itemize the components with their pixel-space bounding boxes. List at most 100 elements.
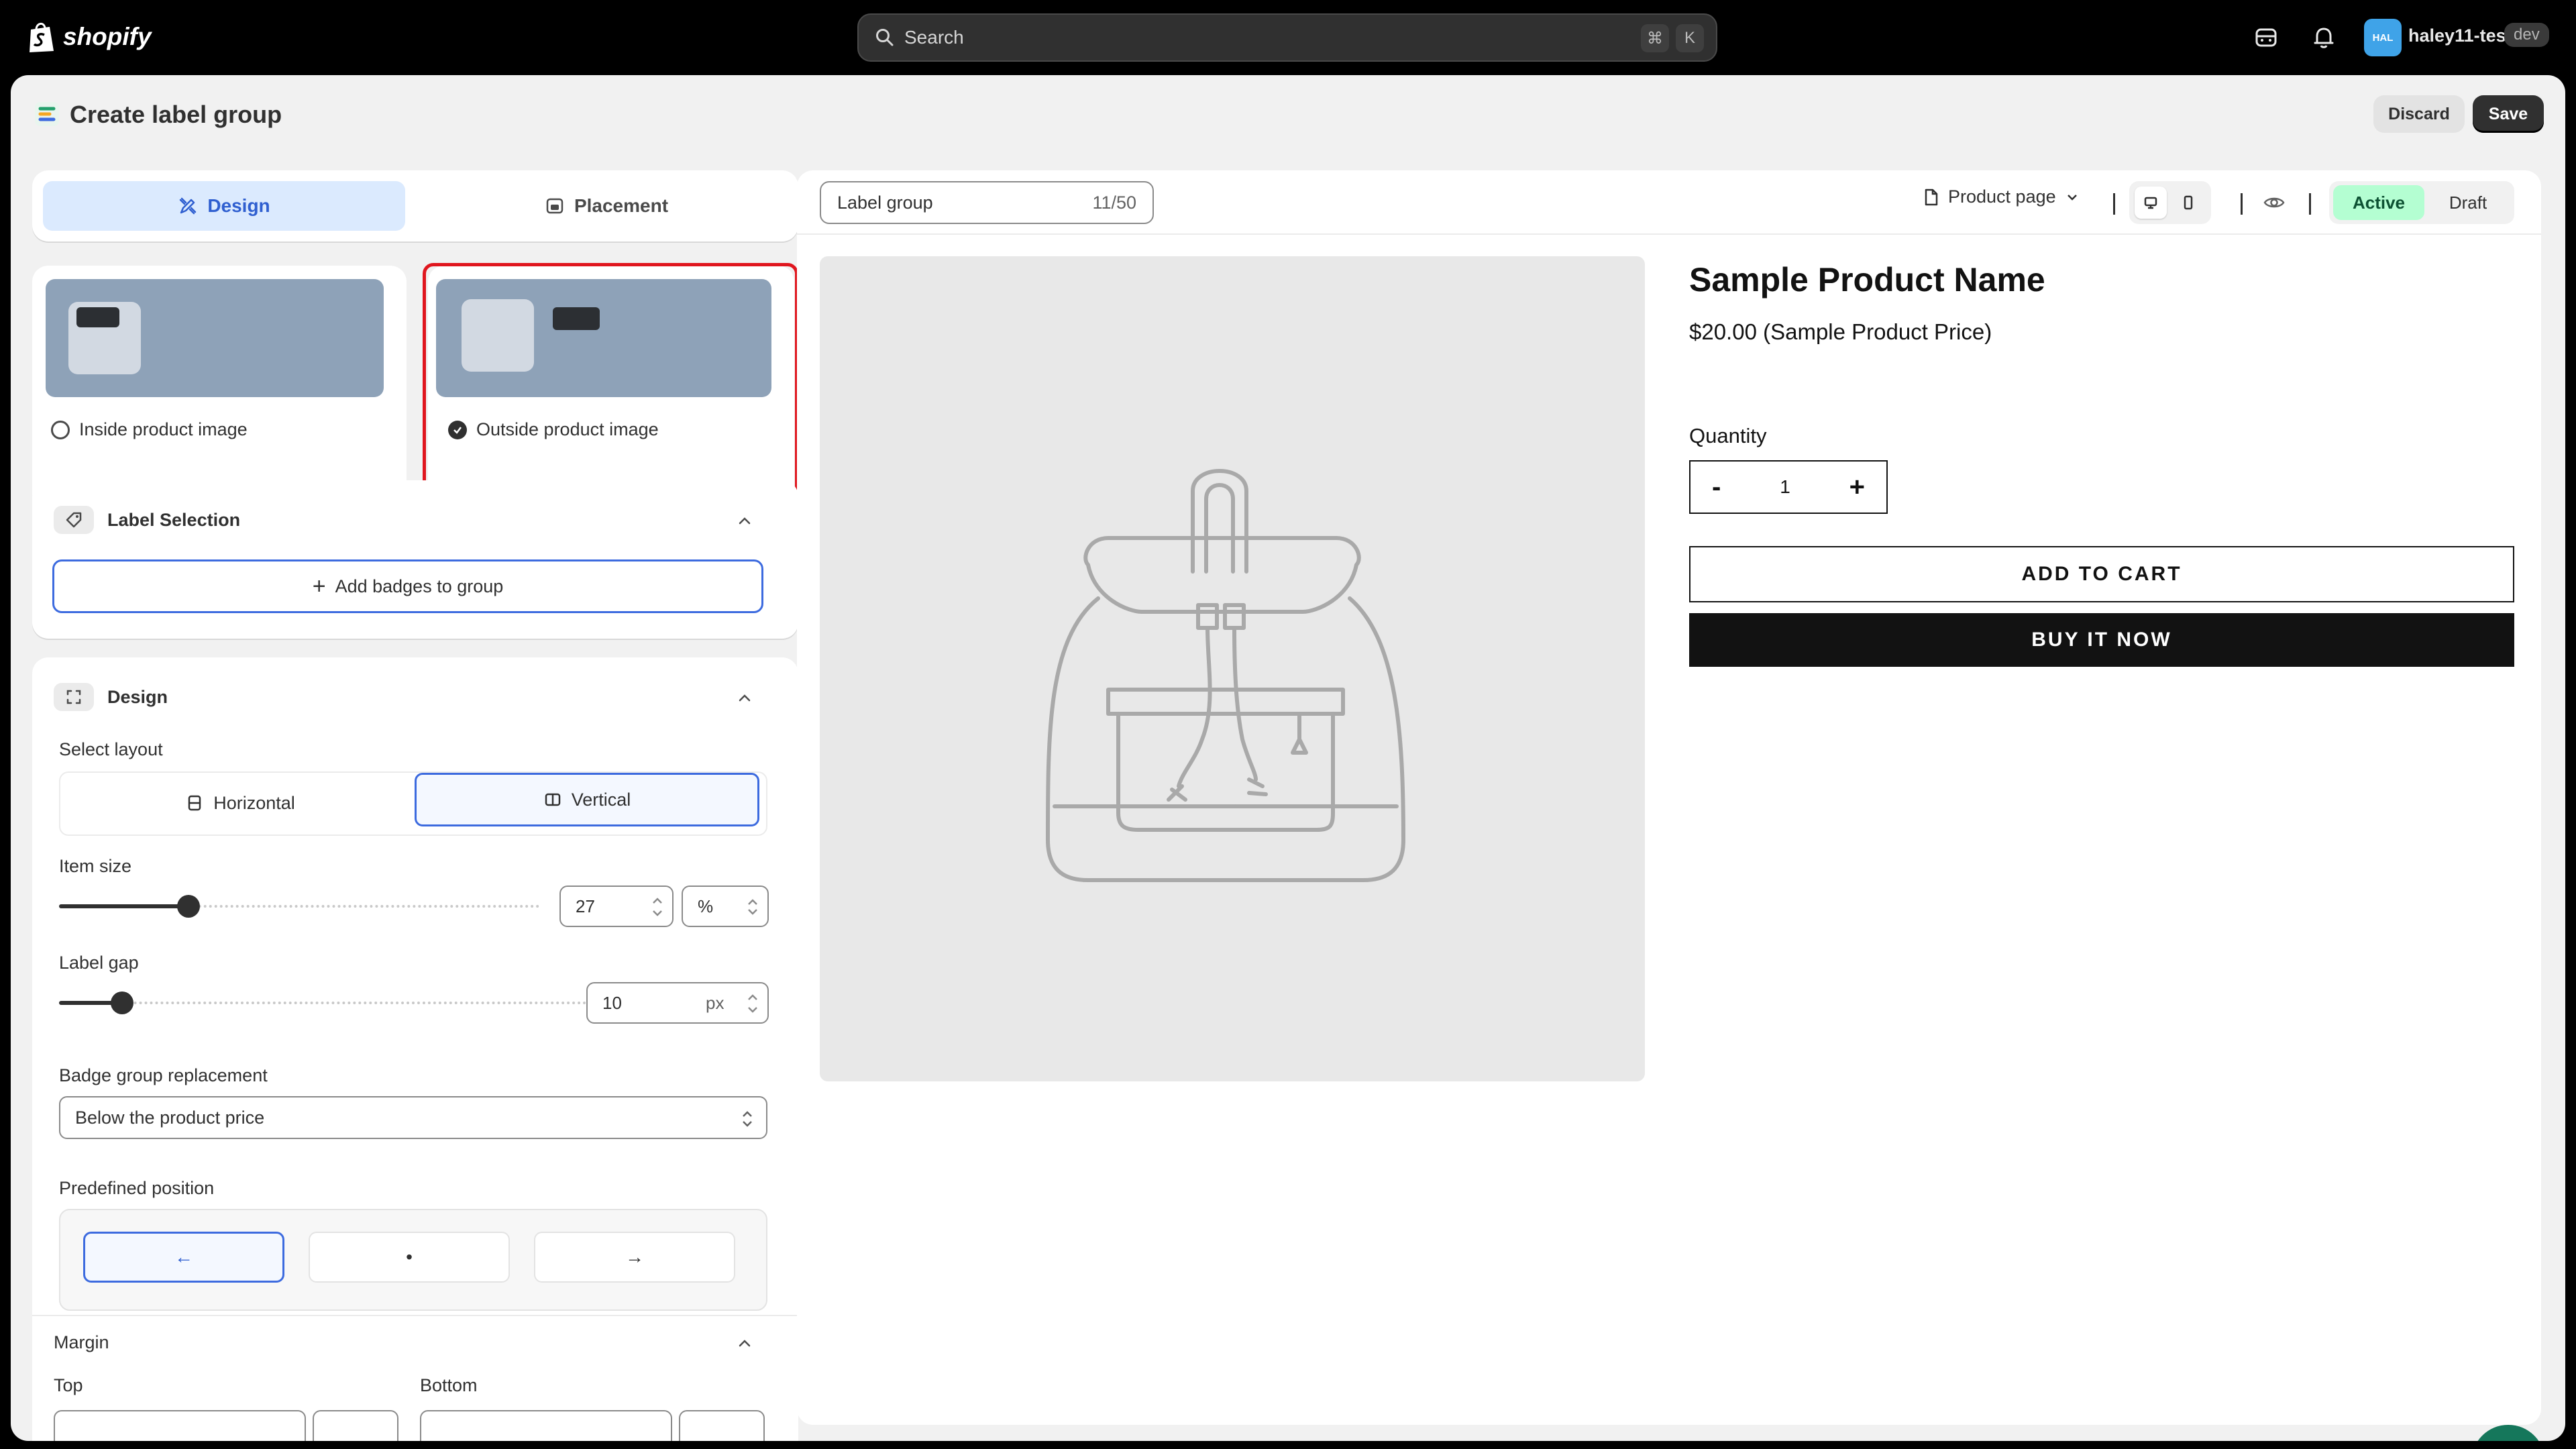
shopify-logo[interactable]: shopify: [27, 20, 152, 54]
item-size-input[interactable]: 27: [559, 885, 674, 927]
layout-vertical-label: Vertical: [571, 789, 631, 810]
status-active-button[interactable]: Active: [2333, 185, 2424, 220]
tab-placement[interactable]: Placement: [425, 181, 788, 231]
position-right-button[interactable]: →: [534, 1232, 735, 1283]
product-name: Sample Product Name: [1689, 261, 2045, 299]
mobile-icon: [2184, 195, 2193, 210]
search-placeholder: Search: [904, 27, 964, 48]
chevron-up-icon[interactable]: [735, 688, 754, 707]
mobile-view-button[interactable]: [2172, 186, 2204, 219]
quantity-value[interactable]: 1: [1780, 476, 1790, 498]
chevron-up-icon[interactable]: [735, 1334, 754, 1352]
tab-design-label: Design: [207, 195, 270, 216]
desktop-view-button[interactable]: [2135, 186, 2167, 219]
label-gap-unit: px: [706, 993, 724, 1013]
tab-placement-label: Placement: [574, 195, 669, 216]
group-name-input[interactable]: Label group 11/50: [820, 181, 1154, 224]
avatar[interactable]: HAL: [2364, 19, 2402, 56]
replacement-value: Below the product price: [75, 1107, 265, 1128]
select-chevrons-icon: [748, 899, 757, 915]
search-icon: [876, 29, 894, 46]
select-layout-label: Select layout: [59, 739, 163, 759]
char-counter: 11/50: [1092, 192, 1136, 213]
admin-frame: Create label group Discard Save Design P…: [11, 75, 2565, 1441]
design-tools-icon: [180, 197, 197, 215]
store-icon[interactable]: [2253, 24, 2279, 51]
position-left-button[interactable]: ←: [83, 1232, 284, 1283]
product-price: $20.00 (Sample Product Price): [1689, 319, 1992, 344]
cmd-key: ⌘: [1641, 24, 1669, 52]
quantity-increase-button[interactable]: +: [1849, 472, 1865, 502]
bell-icon[interactable]: [2310, 24, 2337, 51]
chevron-down-icon: [2067, 194, 2077, 201]
divider: [32, 1315, 798, 1316]
layout-vertical-option[interactable]: Vertical: [415, 773, 759, 826]
frame-icon: [66, 690, 81, 704]
shopify-bag-icon: [30, 23, 54, 52]
label-gap-value: 10: [602, 992, 622, 1013]
add-badges-label: Add badges to group: [335, 576, 504, 596]
preview-panel: Label group 11/50 Product page Active Dr…: [797, 170, 2541, 1425]
discard-button[interactable]: Discard: [2373, 95, 2465, 133]
tag-icon: [66, 512, 82, 528]
vertical-layout-icon: [545, 793, 560, 806]
layout-segmented-control: Horizontal Vertical: [59, 771, 767, 836]
dot-icon: •: [406, 1246, 413, 1267]
replacement-label: Badge group replacement: [59, 1065, 268, 1085]
position-center-button[interactable]: •: [309, 1232, 510, 1283]
add-to-cart-button[interactable]: ADD TO CART: [1689, 546, 2514, 602]
margin-top-unit-select[interactable]: [313, 1410, 398, 1441]
radio-unchecked-icon[interactable]: [51, 420, 70, 439]
search-bar[interactable]: Search ⌘ K: [857, 13, 1717, 62]
chevron-up-icon[interactable]: [735, 511, 754, 530]
margin-title: Margin: [54, 1332, 109, 1352]
tab-design[interactable]: Design: [43, 181, 405, 231]
page-type-select[interactable]: Product page: [1921, 186, 2080, 207]
group-name-value: Label group: [837, 192, 933, 213]
item-size-slider-fill: [59, 904, 189, 908]
item-size-unit: %: [698, 896, 714, 916]
buy-now-button[interactable]: BUY IT NOW: [1689, 613, 2514, 667]
margin-top-label: Top: [54, 1375, 83, 1395]
backpack-icon: [1046, 469, 1405, 882]
margin-bottom-label: Bottom: [420, 1375, 478, 1395]
app-logo-icon: [35, 102, 59, 126]
predefined-position-group: ← • →: [59, 1209, 767, 1311]
label-gap-input[interactable]: 10 px: [586, 982, 769, 1024]
stepper-icon[interactable]: [745, 989, 761, 1018]
eye-icon[interactable]: [2262, 191, 2286, 215]
option-inside-label: Inside product image: [79, 419, 248, 439]
store-name[interactable]: haley11-test: [2408, 25, 2512, 46]
brand-text: shopify: [63, 23, 152, 50]
quantity-stepper: - 1 +: [1689, 460, 1888, 514]
label-gap-slider-track[interactable]: [59, 1002, 586, 1004]
add-badges-button[interactable]: + Add badges to group: [52, 559, 763, 613]
product-image: [820, 256, 1645, 1081]
replacement-select[interactable]: Below the product price: [59, 1096, 767, 1139]
stepper-icon[interactable]: [649, 892, 665, 922]
item-size-unit-select[interactable]: %: [682, 885, 769, 927]
toolbar-divider: [2113, 193, 2115, 215]
layout-horizontal-option[interactable]: Horizontal: [66, 777, 415, 829]
design-title: Design: [107, 687, 168, 707]
margin-bottom-input[interactable]: [420, 1410, 672, 1441]
page-icon: [1925, 189, 1938, 205]
placement-icon: [546, 198, 564, 214]
predefined-position-label: Predefined position: [59, 1178, 215, 1198]
quantity-label: Quantity: [1689, 424, 1767, 447]
toolbar-divider: [2241, 193, 2243, 215]
arrow-left-icon: ←: [174, 1246, 193, 1267]
page-title: Create label group: [70, 101, 282, 128]
margin-bottom-unit-select[interactable]: [679, 1410, 765, 1441]
select-chevrons-icon: [743, 1111, 752, 1127]
save-button[interactable]: Save: [2473, 95, 2544, 133]
status-draft-button[interactable]: Draft: [2426, 185, 2510, 220]
quantity-decrease-button[interactable]: -: [1712, 472, 1721, 502]
env-badge: dev: [2504, 23, 2549, 47]
device-toggle: [2129, 181, 2211, 224]
inside-image-thumbnail: [46, 279, 384, 397]
design-icon-wrap: [54, 683, 94, 711]
chat-button[interactable]: [2471, 1425, 2545, 1441]
margin-top-input[interactable]: [54, 1410, 306, 1441]
label-selection-icon-wrap: [54, 506, 94, 534]
